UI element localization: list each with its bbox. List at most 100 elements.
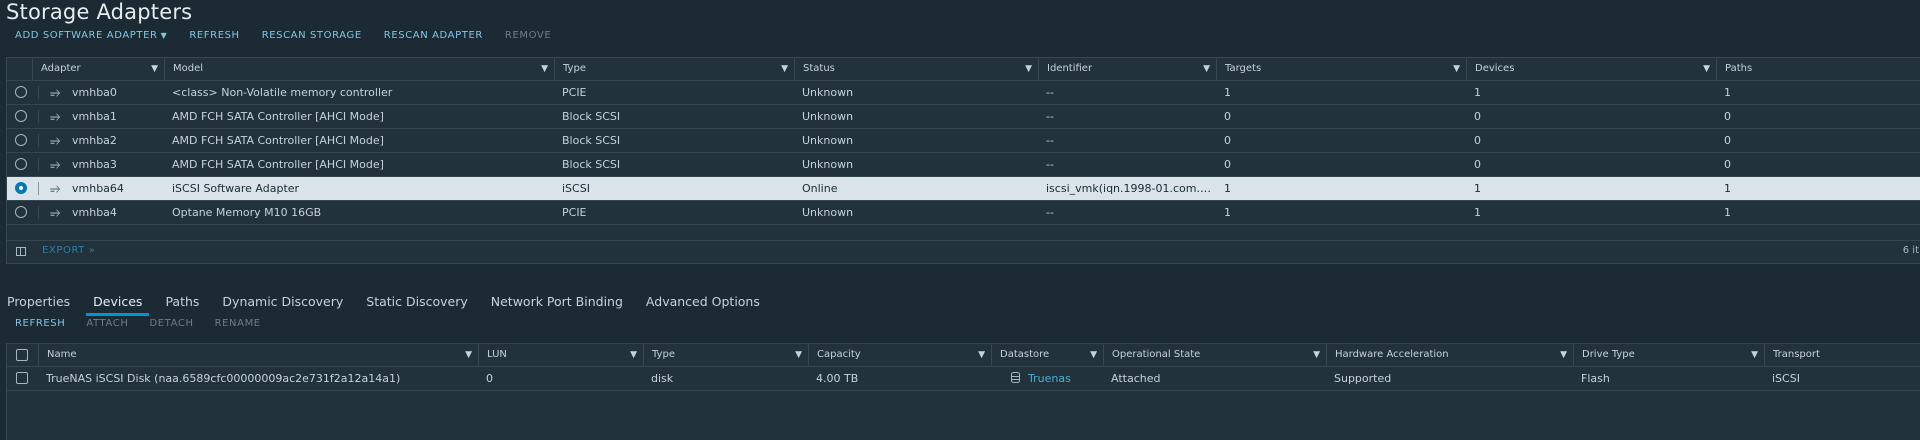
column-header-hardware-acceleration[interactable]: Hardware Acceleration ▼	[1326, 344, 1573, 366]
device-capacity: 4.00 TB	[816, 372, 859, 385]
filter-icon[interactable]: ▼	[978, 344, 985, 366]
column-header-targets[interactable]: Targets ▼	[1216, 58, 1466, 80]
adapter-identifier: --	[1046, 110, 1054, 123]
adapter-identifier: --	[1046, 134, 1054, 147]
row-select-radio[interactable]	[15, 86, 27, 98]
adapter-icon: ⥴	[50, 85, 61, 100]
column-header-datastore[interactable]: Datastore ▼	[991, 344, 1103, 366]
filter-icon[interactable]: ▼	[1025, 58, 1032, 80]
row-select-radio[interactable]	[15, 206, 27, 218]
adapter-row[interactable]: ⥴ vmhba1 AMD FCH SATA Controller [AHCI M…	[7, 105, 1920, 129]
column-header-model[interactable]: Model ▼	[164, 58, 554, 80]
adapter-row-selected[interactable]: ⥴ vmhba64 iSCSI Software Adapter iSCSI O…	[7, 177, 1920, 201]
filter-icon[interactable]: ▼	[1313, 344, 1320, 366]
device-datastore: Truenas	[1003, 367, 1115, 390]
device-type: disk	[651, 372, 674, 385]
adapter-icon: ⥴	[50, 157, 61, 172]
adapter-row[interactable]: ⥴ vmhba2 AMD FCH SATA Controller [AHCI M…	[7, 129, 1920, 153]
adapter-devices: 0	[1474, 110, 1481, 123]
adapter-model: AMD FCH SATA Controller [AHCI Mode]	[172, 110, 384, 123]
column-header-devices[interactable]: Devices ▼	[1466, 58, 1716, 80]
adapter-paths: 1	[1724, 206, 1731, 219]
add-software-adapter-button[interactable]: ADD SOFTWARE ADAPTER ▼	[15, 30, 167, 41]
adapter-row[interactable]: ⥴ vmhba0 <class> Non-Volatile memory con…	[7, 81, 1920, 105]
column-header-transport[interactable]: Transport	[1764, 344, 1920, 366]
adapter-icon: ⥴	[50, 133, 61, 148]
filter-icon[interactable]: ▼	[630, 344, 637, 366]
adapter-name: vmhba3	[72, 158, 117, 171]
remove-button: REMOVE	[504, 30, 552, 41]
tab-devices[interactable]: Devices	[86, 293, 150, 316]
row-select-radio[interactable]	[15, 158, 27, 170]
device-refresh-button[interactable]: REFRESH	[15, 318, 65, 329]
datastore-link[interactable]: Truenas	[1028, 372, 1071, 385]
filter-icon[interactable]: ▼	[541, 58, 548, 80]
filter-icon[interactable]: ▼	[795, 344, 802, 366]
adapter-model: AMD FCH SATA Controller [AHCI Mode]	[172, 134, 384, 147]
column-header-device-type[interactable]: Type ▼	[643, 344, 808, 366]
select-all-checkbox[interactable]	[16, 349, 28, 361]
adapter-type: Block SCSI	[562, 110, 621, 123]
filter-icon[interactable]: ▼	[1203, 58, 1210, 80]
filter-icon[interactable]: ▼	[1703, 58, 1710, 80]
tab-network-port-binding[interactable]: Network Port Binding	[484, 293, 630, 316]
column-header-lun[interactable]: LUN ▼	[478, 344, 643, 366]
tab-advanced-options[interactable]: Advanced Options	[639, 293, 767, 316]
adapter-model: Optane Memory M10 16GB	[172, 206, 322, 219]
add-software-adapter-label: ADD SOFTWARE ADAPTER	[15, 30, 158, 41]
row-select-radio[interactable]	[15, 182, 27, 194]
column-header-adapter[interactable]: Adapter ▼	[32, 58, 164, 80]
device-name: TrueNAS iSCSI Disk (naa.6589cfc00000009a…	[46, 372, 401, 385]
filter-icon[interactable]: ▼	[1090, 344, 1097, 366]
adapter-status: Unknown	[802, 86, 854, 99]
rescan-adapter-button[interactable]: RESCAN ADAPTER	[384, 30, 483, 41]
filter-icon[interactable]: ▼	[1560, 344, 1567, 366]
filter-icon[interactable]: ▼	[1751, 344, 1758, 366]
device-row[interactable]: TrueNAS iSCSI Disk (naa.6589cfc00000009a…	[7, 367, 1920, 391]
adapter-paths: 0	[1724, 110, 1731, 123]
page-title: Storage Adapters	[6, 0, 193, 24]
column-header-name[interactable]: Name ▼	[38, 344, 478, 366]
adapter-targets: 1	[1224, 86, 1231, 99]
adapter-icon: ⥴	[50, 109, 61, 124]
column-header-type[interactable]: Type ▼	[554, 58, 794, 80]
filter-icon[interactable]: ▼	[151, 58, 158, 80]
adapter-detail-tabs: Properties Devices Paths Dynamic Discove…	[0, 293, 776, 316]
column-header-drive-type[interactable]: Drive Type ▼	[1573, 344, 1764, 366]
adapter-targets: 1	[1224, 206, 1231, 219]
adapter-row[interactable]: ⥴ vmhba4 Optane Memory M10 16GB PCIE Unk…	[7, 201, 1920, 225]
adapter-row[interactable]: ⥴ vmhba3 AMD FCH SATA Controller [AHCI M…	[7, 153, 1920, 177]
export-button[interactable]: EXPORT »	[42, 245, 96, 256]
tab-paths[interactable]: Paths	[158, 293, 206, 316]
column-header-status[interactable]: Status ▼	[794, 58, 1038, 80]
column-toggle-icon[interactable]	[16, 247, 26, 256]
adapter-status: Unknown	[802, 110, 854, 123]
adapter-paths: 0	[1724, 158, 1731, 171]
adapter-type: Block SCSI	[562, 158, 621, 171]
row-select-checkbox[interactable]	[16, 372, 28, 384]
adapter-identifier: --	[1046, 86, 1054, 99]
column-header-capacity[interactable]: Capacity ▼	[808, 344, 991, 366]
adapters-grid-footer: EXPORT » 6 it	[7, 240, 1920, 263]
filter-icon[interactable]: ▼	[1453, 58, 1460, 80]
tab-properties[interactable]: Properties	[0, 293, 77, 316]
devices-grid-header: Name ▼ LUN ▼ Type ▼ Capacity ▼ Datastore ▼ Op…	[7, 344, 1920, 367]
tab-dynamic-discovery[interactable]: Dynamic Discovery	[215, 293, 350, 316]
adapter-devices: 1	[1474, 182, 1481, 195]
adapter-name: vmhba1	[72, 110, 117, 123]
adapter-identifier: --	[1046, 158, 1054, 171]
column-header-operational-state[interactable]: Operational State ▼	[1103, 344, 1326, 366]
adapter-type: iSCSI	[562, 182, 590, 195]
chevron-down-icon: ▼	[160, 31, 168, 40]
refresh-button[interactable]: REFRESH	[189, 30, 239, 41]
column-header-identifier[interactable]: Identifier ▼	[1038, 58, 1216, 80]
filter-icon[interactable]: ▼	[465, 344, 472, 366]
row-select-radio[interactable]	[15, 110, 27, 122]
rescan-storage-button[interactable]: RESCAN STORAGE	[262, 30, 362, 41]
adapter-name: vmhba0	[72, 86, 117, 99]
adapter-status: Unknown	[802, 134, 854, 147]
filter-icon[interactable]: ▼	[781, 58, 788, 80]
tab-static-discovery[interactable]: Static Discovery	[359, 293, 474, 316]
column-header-paths[interactable]: Paths	[1716, 58, 1920, 80]
row-select-radio[interactable]	[15, 134, 27, 146]
